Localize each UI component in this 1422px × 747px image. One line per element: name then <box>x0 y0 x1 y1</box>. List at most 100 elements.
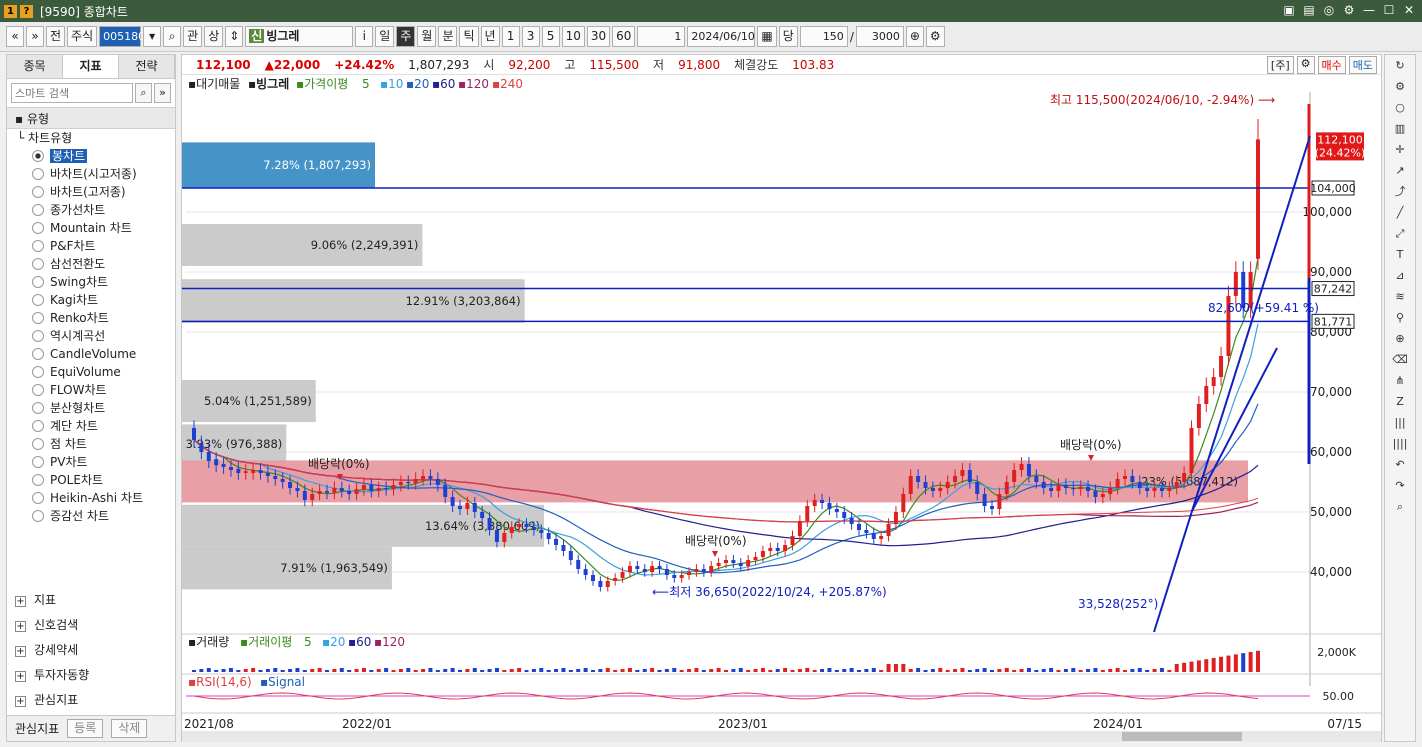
pattern-tool-icon[interactable]: ⊿ <box>1388 266 1412 286</box>
minimize-button[interactable]: — <box>1362 3 1376 17</box>
line-tool-icon[interactable]: ╱ <box>1388 203 1412 223</box>
indicator-group[interactable]: + 강세약세 <box>7 638 175 663</box>
zoom-in-icon[interactable]: ⊕ <box>1388 329 1412 349</box>
chart-type-item[interactable]: 역시계곡선 <box>17 327 175 345</box>
radio-icon[interactable] <box>32 168 44 180</box>
chart-type-item[interactable]: FLOW차트 <box>17 381 175 399</box>
layout-icon[interactable]: ▤ <box>1302 3 1316 17</box>
chart-type-item[interactable]: 계단 차트 <box>17 417 175 435</box>
chart-type-item[interactable]: Swing차트 <box>17 273 175 291</box>
period-month[interactable]: 월 <box>417 26 437 47</box>
date-input[interactable]: 2024/06/10 <box>687 26 756 47</box>
search-chart-icon[interactable]: ⌕ <box>1388 497 1412 517</box>
tab-indicator[interactable]: 지표 <box>63 55 119 78</box>
radio-icon[interactable] <box>32 258 44 270</box>
expand-icon[interactable]: + <box>15 646 26 657</box>
interval-10[interactable]: 10 <box>561 26 585 47</box>
chart-type-item[interactable]: Mountain 차트 <box>17 219 175 237</box>
chart-type-item[interactable]: EquiVolume <box>17 363 175 381</box>
radio-icon[interactable] <box>32 474 44 486</box>
circle-tool-icon[interactable]: ○ <box>1388 98 1412 118</box>
chart-tool-icon[interactable]: ▥ <box>1388 119 1412 139</box>
interval-60[interactable]: 60 <box>612 26 636 47</box>
maximize-button[interactable]: ☐ <box>1382 3 1396 17</box>
gwan-button[interactable]: 관 <box>183 26 203 47</box>
spin-icon[interactable]: ⇕ <box>225 26 244 47</box>
chart-type-item[interactable]: Kagi차트 <box>17 291 175 309</box>
redo-icon[interactable]: ↷ <box>1388 476 1412 496</box>
chart-type-item[interactable]: P&F차트 <box>17 237 175 255</box>
count-input[interactable]: 1 <box>637 26 686 47</box>
chart-type-item[interactable]: 증감선 차트 <box>17 507 175 525</box>
code-input[interactable]: 005180 <box>99 26 145 47</box>
radio-icon[interactable] <box>32 330 44 342</box>
gear-icon[interactable]: ⚙ <box>1388 77 1412 97</box>
period-week[interactable]: 주 <box>396 26 416 47</box>
chart-type-item[interactable]: PV차트 <box>17 453 175 471</box>
ray-tool-icon[interactable]: ⤴ <box>1388 182 1412 202</box>
indicator-group[interactable]: + 투자자동향 <box>7 663 175 688</box>
chart-type-group[interactable]: └ 차트유형 <box>17 129 175 147</box>
calendar-icon[interactable]: ▦ <box>757 26 777 47</box>
chart-type-item[interactable]: 봉차트 <box>17 147 175 165</box>
toolbar-settings-icon[interactable]: ⚙ <box>925 26 945 47</box>
eraser-icon[interactable]: ⌫ <box>1388 350 1412 370</box>
radio-icon[interactable] <box>32 240 44 252</box>
stock-type-select[interactable]: 주식 <box>67 26 98 47</box>
sell-button[interactable]: 매도 <box>1348 55 1377 74</box>
chart-type-item[interactable]: 삼선전환도 <box>17 255 175 273</box>
radio-icon[interactable] <box>32 204 44 216</box>
chart-settings-icon[interactable]: ⚙ <box>1296 55 1315 74</box>
period-day[interactable]: 일 <box>375 26 395 47</box>
period-year[interactable]: 년 <box>480 26 500 47</box>
chart-type-item[interactable]: 바차트(고저종) <box>17 183 175 201</box>
trend-tool-icon[interactable]: ↗ <box>1388 161 1412 181</box>
radio-icon[interactable] <box>32 222 44 234</box>
radio-icon[interactable] <box>32 312 44 324</box>
link-icon[interactable]: ▣ <box>1282 3 1296 17</box>
andrew-tool-icon[interactable]: ⋔ <box>1388 371 1412 391</box>
dang-button[interactable]: 당 <box>778 26 798 47</box>
chart-type-item[interactable]: 분산형차트 <box>17 399 175 417</box>
radio-icon[interactable] <box>32 510 44 522</box>
settings-icon[interactable]: ⚙ <box>1342 3 1356 17</box>
display-count-input[interactable]: 150 <box>799 26 848 47</box>
register-button[interactable]: 등록 <box>67 719 104 738</box>
help-icon[interactable]: ? <box>20 4 33 18</box>
section-type[interactable]: ▪ 유형 <box>7 107 175 129</box>
tab-stock[interactable]: 종목 <box>7 55 63 78</box>
fibonacci-tool-icon[interactable]: ≋ <box>1388 287 1412 307</box>
chevron-down-icon[interactable]: » <box>154 83 171 103</box>
interval-3[interactable]: 3 <box>521 26 540 47</box>
zigzag-tool-icon[interactable]: Z <box>1388 392 1412 412</box>
chart-type-item[interactable]: CandleVolume <box>17 345 175 363</box>
chart-type-item[interactable]: Renko차트 <box>17 309 175 327</box>
smart-search-input[interactable] <box>11 83 133 103</box>
radio-icon[interactable] <box>32 276 44 288</box>
search-icon[interactable]: ⌕ <box>163 26 182 47</box>
tab-strategy[interactable]: 전략 <box>119 55 175 78</box>
chart-type-item[interactable]: 바차트(시고저종) <box>17 165 175 183</box>
capture-icon[interactable]: ◎ <box>1322 3 1336 17</box>
interval-30[interactable]: 30 <box>586 26 611 47</box>
cross-tool-icon[interactable]: ✛ <box>1388 140 1412 160</box>
indicator-group[interactable]: + 지표 <box>7 588 175 613</box>
chart-type-item[interactable]: Heikin-Ashi 차트 <box>17 489 175 507</box>
radio-icon[interactable] <box>32 402 44 414</box>
expand-icon[interactable]: + <box>15 671 26 682</box>
expand-icon[interactable]: + <box>15 596 26 607</box>
auto-line-icon[interactable]: ⤢ <box>1388 224 1412 244</box>
magnifier-icon[interactable]: ⚲ <box>1388 308 1412 328</box>
radio-icon[interactable] <box>32 150 44 162</box>
search-icon[interactable]: ⌕ <box>135 83 152 103</box>
price-chart[interactable]: ▪대기매물 ▪빙그레 ▪가격이평 5 ▪10 ▪20 ▪60 ▪120 ▪24040,00050… <box>182 76 1381 742</box>
zoom-icon[interactable]: ⊕ <box>905 26 924 47</box>
market-button[interactable]: 전 <box>46 26 66 47</box>
radio-icon[interactable] <box>32 456 44 468</box>
radio-icon[interactable] <box>32 186 44 198</box>
chart-type-item[interactable]: POLE차트 <box>17 471 175 489</box>
chart-type-item[interactable]: 점 차트 <box>17 435 175 453</box>
next-button[interactable]: » <box>26 26 44 47</box>
radio-icon[interactable] <box>32 438 44 450</box>
chart-type-item[interactable]: 종가선차트 <box>17 201 175 219</box>
